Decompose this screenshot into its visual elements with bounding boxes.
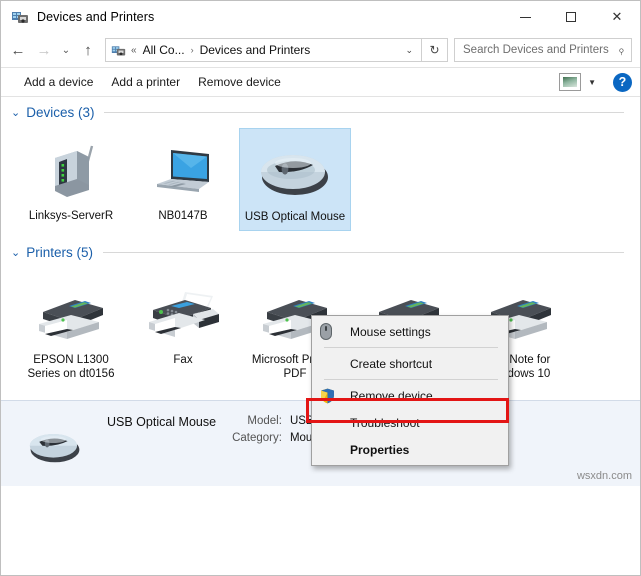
- breadcrumb[interactable]: « All Co... › Devices and Printers ⌄: [105, 38, 422, 62]
- mouse-icon: [255, 137, 335, 203]
- devices-tile-row: Linksys-ServerR NB0147B USB Optical Mous…: [1, 122, 640, 231]
- laptop-icon: [147, 136, 219, 202]
- group-header-devices[interactable]: ⌄ Devices (3): [1, 97, 640, 122]
- devices-and-printers-window: Devices and Printers ✕ ← → ⌄ ↑ « All Co.…: [0, 0, 641, 576]
- close-button[interactable]: ✕: [594, 1, 640, 33]
- context-menu-item-properties[interactable]: Properties: [312, 436, 508, 463]
- divider: [324, 379, 498, 380]
- context-menu-label: Properties: [350, 442, 410, 457]
- printer-icon: [29, 280, 113, 346]
- device-label: USB Optical Mouse: [244, 211, 346, 223]
- mouse-icon: [21, 411, 107, 472]
- content-area: ⌄ Devices (3) Linksys-ServerR NB0147B US…: [1, 97, 640, 486]
- divider: [104, 112, 624, 113]
- context-menu-label: Mouse settings: [350, 324, 431, 339]
- context-menu-label: Remove device: [350, 388, 433, 403]
- chevron-down-icon[interactable]: ▼: [583, 78, 601, 87]
- maximize-button[interactable]: [548, 1, 594, 33]
- device-tile-laptop[interactable]: NB0147B: [127, 128, 239, 231]
- minimize-button[interactable]: [502, 1, 548, 33]
- router-icon: [39, 136, 103, 202]
- refresh-button[interactable]: ↻: [422, 38, 448, 62]
- context-menu-label: Create shortcut: [350, 356, 433, 371]
- search-input[interactable]: [461, 43, 619, 57]
- context-menu: Mouse settings Create shortcut Remove de…: [311, 315, 509, 466]
- breadcrumb-devices-icon: [111, 43, 126, 58]
- command-bar-right: ▼ ?: [559, 72, 632, 92]
- details-field-key: Category:: [232, 432, 282, 444]
- chevron-down-icon[interactable]: ⌄: [11, 106, 20, 119]
- device-tile-router[interactable]: Linksys-ServerR: [15, 128, 127, 231]
- breadcrumb-separator: ›: [190, 45, 194, 55]
- divider: [324, 347, 498, 348]
- group-header-printers[interactable]: ⌄ Printers (5): [1, 231, 640, 262]
- details-field-key: Model:: [247, 415, 282, 427]
- remove-device-button[interactable]: Remove device: [189, 71, 290, 93]
- context-menu-item-remove-device[interactable]: Remove device: [312, 382, 508, 409]
- help-button[interactable]: ?: [613, 72, 632, 92]
- divider: [102, 252, 624, 253]
- add-a-device-button[interactable]: Add a device: [15, 71, 102, 93]
- printer-tile-fax[interactable]: Fax: [127, 272, 239, 387]
- caption-buttons: ✕: [502, 1, 640, 33]
- group-title-devices: Devices (3): [26, 105, 95, 120]
- recent-locations-button[interactable]: ⌄: [57, 37, 75, 63]
- context-menu-label: Troubleshoot: [350, 415, 420, 430]
- device-label: Linksys-ServerR: [28, 210, 114, 222]
- context-menu-item-create-shortcut[interactable]: Create shortcut: [312, 350, 508, 377]
- device-label: NB0147B: [158, 210, 208, 222]
- context-menu-item-mouse-settings[interactable]: Mouse settings: [312, 318, 508, 345]
- add-a-printer-button[interactable]: Add a printer: [102, 71, 189, 93]
- forward-button[interactable]: →: [31, 37, 57, 63]
- chevron-down-icon[interactable]: ⌄: [11, 246, 20, 259]
- breadcrumb-item-0[interactable]: All Co...: [143, 43, 185, 57]
- mouse-icon: [320, 323, 346, 340]
- up-button[interactable]: ↑: [75, 37, 101, 63]
- back-button[interactable]: ←: [5, 37, 31, 63]
- chevron-down-icon[interactable]: ⌄: [401, 45, 417, 56]
- group-title-printers: Printers (5): [26, 245, 93, 260]
- command-bar: Add a device Add a printer Remove device…: [1, 67, 640, 97]
- breadcrumb-item-1[interactable]: Devices and Printers: [200, 43, 311, 57]
- search-box[interactable]: ⌕: [454, 38, 632, 62]
- window-title: Devices and Printers: [37, 10, 155, 24]
- view-options-icon[interactable]: [559, 73, 582, 91]
- printer-label: EPSON L1300 Series on dt0156: [27, 354, 115, 380]
- printer-tile-epson[interactable]: EPSON L1300 Series on dt0156: [15, 272, 127, 387]
- context-menu-item-troubleshoot[interactable]: Troubleshoot: [312, 409, 508, 436]
- breadcrumb-overflow-icon[interactable]: «: [131, 45, 137, 56]
- printer-label: Fax: [173, 354, 193, 366]
- fax-icon: [141, 280, 225, 346]
- details-device-name: USB Optical Mouse: [107, 415, 217, 429]
- watermark: wsxdn.com: [576, 470, 632, 482]
- devices-printers-icon: [11, 8, 29, 26]
- device-tile-usb-optical-mouse[interactable]: USB Optical Mouse: [239, 128, 351, 231]
- shield-icon: [320, 388, 346, 404]
- title-bar: Devices and Printers ✕: [1, 1, 640, 33]
- address-bar: ← → ⌄ ↑ « All Co... › Devices and Printe…: [1, 33, 640, 67]
